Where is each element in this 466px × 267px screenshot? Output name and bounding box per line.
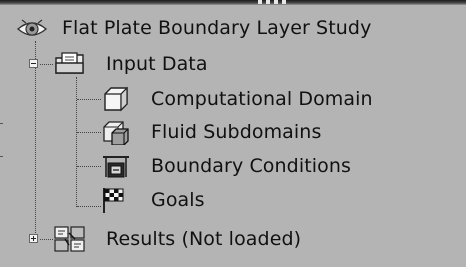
document-folder-icon bbox=[53, 51, 87, 81]
tree-item-label: Fluid Subdomains bbox=[151, 121, 322, 143]
edge-tick bbox=[0, 123, 3, 124]
tree-item-goals[interactable]: Goals bbox=[101, 184, 205, 216]
collapse-toggle[interactable] bbox=[29, 59, 38, 68]
tree-connector bbox=[77, 166, 101, 167]
feature-tree: Flat Plate Boundary Layer Study Input Da… bbox=[0, 0, 466, 267]
tree-root-label: Flat Plate Boundary Layer Study bbox=[62, 17, 372, 39]
tree-item-label: Computational Domain bbox=[151, 88, 373, 110]
tree-connector bbox=[77, 99, 101, 100]
tree-item-results[interactable]: Results (Not loaded) bbox=[29, 223, 301, 255]
resize-grip[interactable] bbox=[258, 0, 286, 4]
tree-item-label: Results (Not loaded) bbox=[106, 228, 302, 250]
tree-item-input-data[interactable]: Input Data bbox=[29, 48, 208, 80]
cube-domain-icon bbox=[101, 86, 131, 116]
boundary-conditions-icon bbox=[101, 153, 131, 183]
analysis-eye-icon bbox=[16, 16, 48, 46]
checkered-flag-icon bbox=[101, 186, 127, 218]
tree-item-label: Goals bbox=[151, 189, 205, 211]
tree-item-label: Boundary Conditions bbox=[151, 155, 352, 177]
tree-connector bbox=[76, 77, 77, 207]
tree-item-computational-domain[interactable]: Computational Domain bbox=[101, 83, 373, 115]
tree-item-label: Input Data bbox=[106, 53, 208, 75]
tree-item-fluid-subdomains[interactable]: Fluid Subdomains bbox=[101, 116, 321, 148]
fluid-subdomain-icon bbox=[101, 119, 131, 149]
expand-toggle[interactable] bbox=[29, 234, 38, 243]
tree-root[interactable]: Flat Plate Boundary Layer Study bbox=[16, 12, 371, 44]
tree-connector bbox=[77, 132, 101, 133]
tree-item-boundary-conditions[interactable]: Boundary Conditions bbox=[101, 150, 351, 182]
top-edge bbox=[0, 0, 466, 5]
results-icon bbox=[53, 225, 87, 257]
tree-connector bbox=[77, 206, 101, 207]
edge-tick bbox=[0, 156, 3, 157]
